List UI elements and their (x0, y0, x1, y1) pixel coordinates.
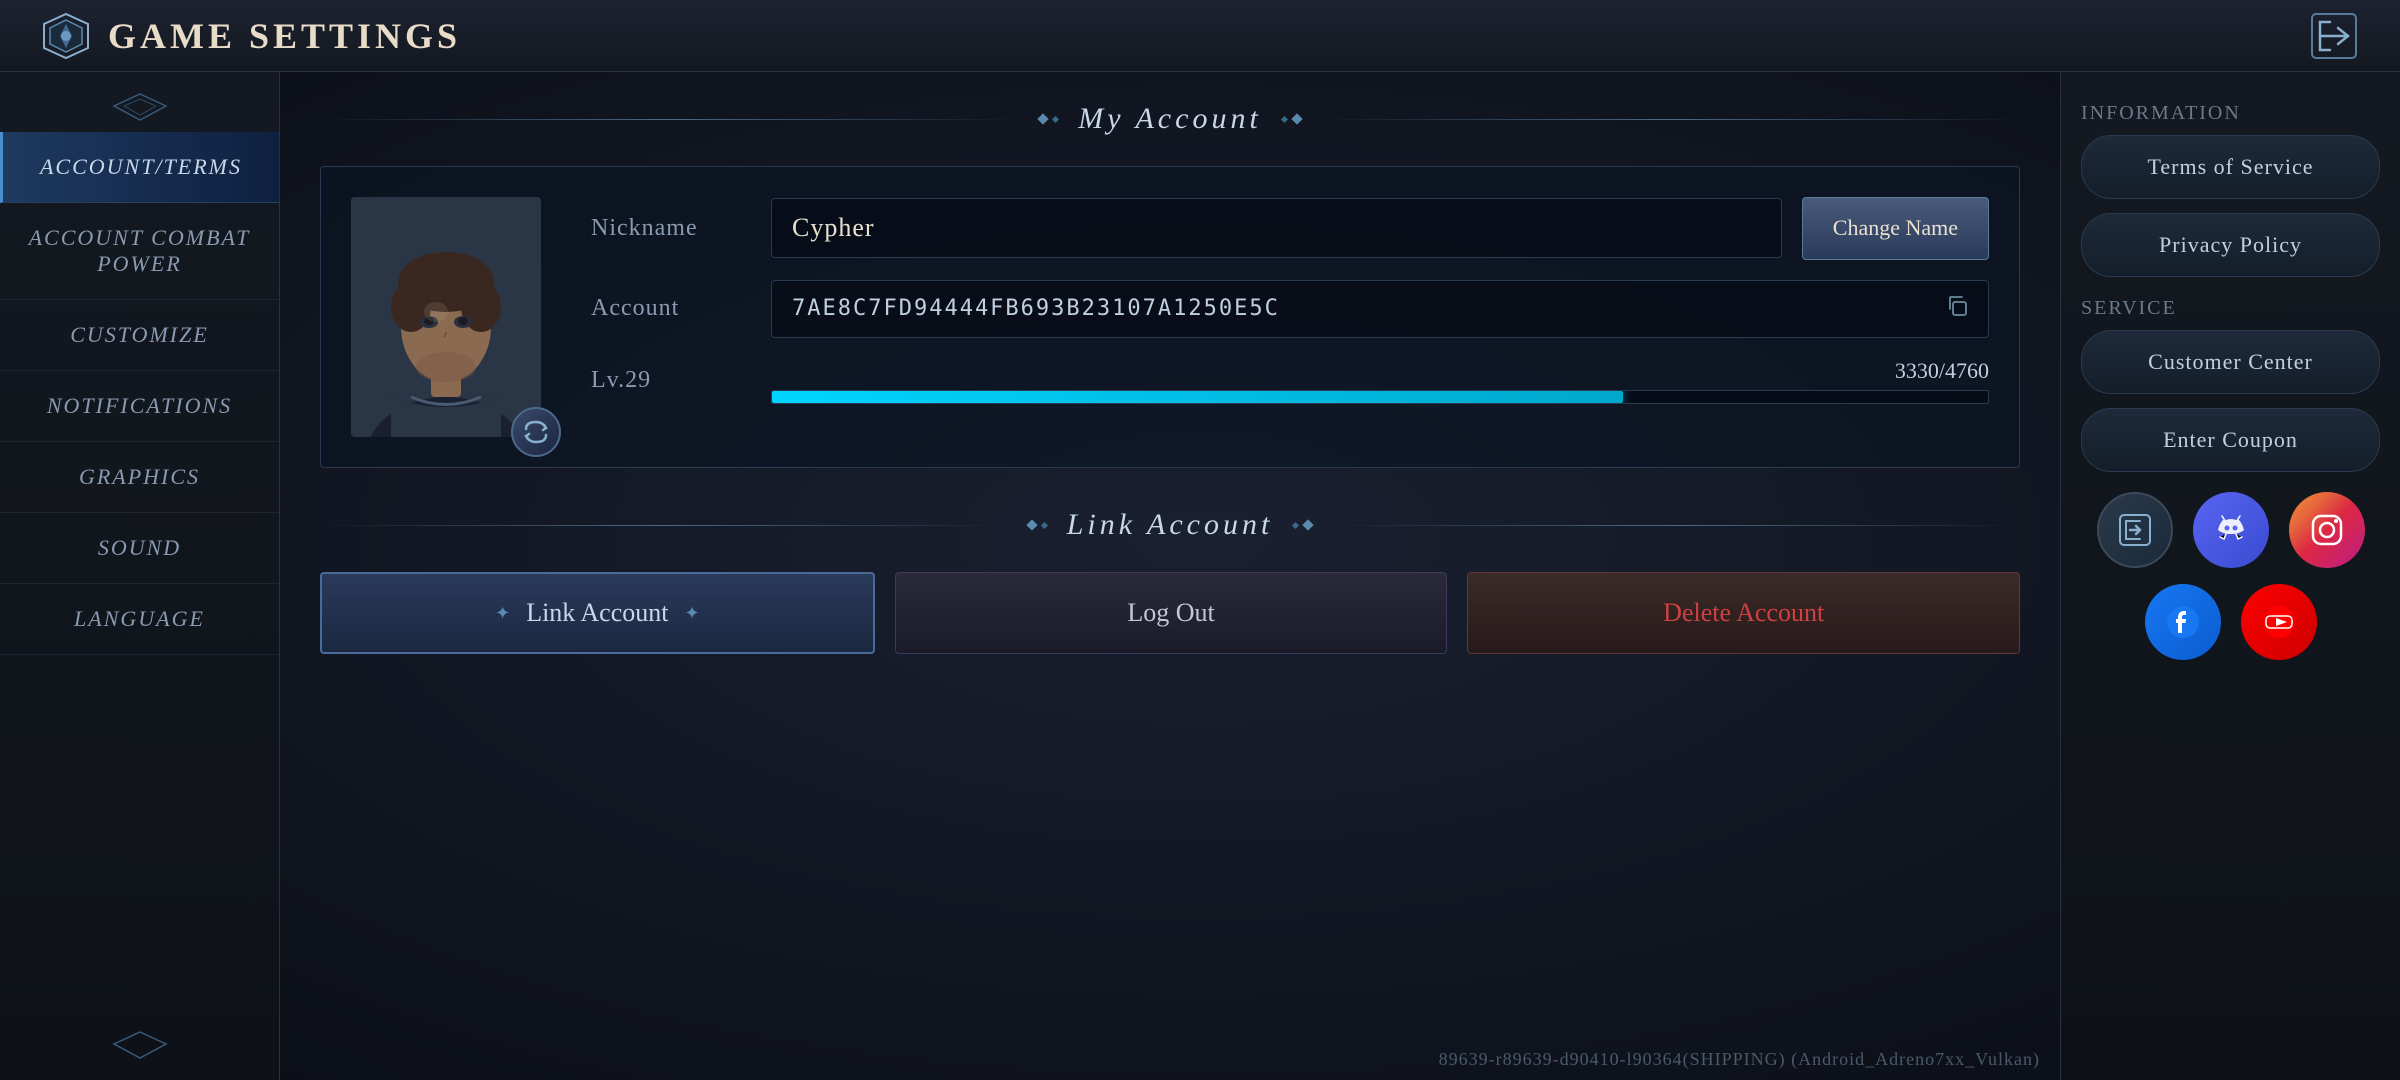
social-row-top (2081, 492, 2380, 568)
title-line-left (320, 119, 1019, 120)
nickname-row: Nickname Cypher Change Name (591, 197, 1989, 260)
sidebar-ornament-top (110, 92, 170, 122)
sidebar-item-language[interactable]: Language (0, 584, 279, 655)
terms-of-service-button[interactable]: Terms of Service (2081, 135, 2380, 199)
my-account-section-title: My Account (320, 102, 2020, 136)
sidebar-ornament-bottom (110, 1030, 170, 1060)
discord-button[interactable] (2193, 492, 2269, 568)
customer-center-button[interactable]: Customer Center (2081, 330, 2380, 394)
service-label: Service (2081, 297, 2380, 320)
enter-coupon-button[interactable]: Enter Coupon (2081, 408, 2380, 472)
information-label: Information (2081, 102, 2380, 125)
social-section (2081, 492, 2380, 660)
level-bar-fill (772, 391, 1623, 403)
level-label: Lv.29 (591, 367, 751, 394)
header: Game Settings (0, 0, 2400, 72)
avatar-face-svg (351, 197, 541, 437)
link-account-title: Link Account (1067, 508, 1274, 542)
change-name-button[interactable]: Change Name (1802, 197, 1989, 260)
level-row: Lv.29 3330/4760 (591, 358, 1989, 404)
link-account-section-title: Link Account (320, 508, 2020, 542)
title-line-right (1321, 119, 2020, 120)
game-logo-icon (40, 10, 92, 62)
link-title-line-right (1332, 525, 2020, 526)
link-ornament-left (1028, 521, 1047, 529)
service-section: Service Customer Center Enter Coupon (2081, 297, 2380, 472)
information-section: Information Terms of Service Privacy Pol… (2081, 102, 2380, 277)
account-id-value: 7AE8C7FD94444FB693B23107A1250E5C (792, 296, 1280, 321)
header-left: Game Settings (40, 10, 461, 62)
level-bar-container: 3330/4760 (771, 358, 1989, 404)
exit-icon (2310, 12, 2358, 60)
sidebar-item-combat-power[interactable]: Account Combat Power (0, 203, 279, 300)
avatar-switch-button[interactable] (511, 407, 561, 457)
right-panel: Information Terms of Service Privacy Pol… (2060, 72, 2400, 1080)
delete-account-button[interactable]: Delete Account (1467, 572, 2020, 654)
exit-button[interactable] (2308, 10, 2360, 62)
social-row-bottom (2081, 584, 2380, 660)
sidebar-item-notifications[interactable]: Notifications (0, 371, 279, 442)
link-account-section: Link Account Link Account Log Out Delete… (320, 508, 2020, 654)
account-row: Account 7AE8C7FD94444FB693B23107A1250E5C (591, 280, 1989, 338)
link-title-line-left (320, 525, 1008, 526)
nickname-value-container: Cypher (771, 198, 1782, 258)
title-ornament-left (1039, 115, 1058, 123)
sidebar: Account/Terms Account Combat Power Custo… (0, 72, 280, 1080)
sidebar-item-sound[interactable]: Sound (0, 513, 279, 584)
account-label: Account (591, 295, 751, 322)
account-info-area: Nickname Cypher Change Name Account 7AE8… (320, 166, 2020, 468)
main-content: My Account (280, 72, 2060, 1080)
instagram-button[interactable] (2289, 492, 2365, 568)
share-button[interactable] (2097, 492, 2173, 568)
sidebar-item-account-terms[interactable]: Account/Terms (0, 132, 279, 203)
link-ornament-right (1293, 521, 1312, 529)
my-account-title: My Account (1078, 102, 1262, 136)
nickname-value: Cypher (792, 213, 875, 243)
avatar-container (351, 197, 551, 437)
link-account-button[interactable]: Link Account (320, 572, 875, 654)
logout-button[interactable]: Log Out (895, 572, 1448, 654)
level-xp-text: 3330/4760 (771, 358, 1989, 384)
action-buttons: Link Account Log Out Delete Account (320, 572, 2020, 654)
level-bar-background (771, 390, 1989, 404)
avatar (351, 197, 541, 437)
footer-build-info: 89639-r89639-d90410-l90364(SHIPPING) (An… (1439, 1049, 2040, 1070)
sidebar-item-customize[interactable]: Customize (0, 300, 279, 371)
privacy-policy-button[interactable]: Privacy Policy (2081, 213, 2380, 277)
youtube-button[interactable] (2241, 584, 2317, 660)
facebook-button[interactable] (2145, 584, 2221, 660)
copy-icon[interactable] (1946, 295, 1968, 323)
account-id-container: 7AE8C7FD94444FB693B23107A1250E5C (771, 280, 1989, 338)
title-ornament-right (1282, 115, 1301, 123)
header-title: Game Settings (108, 15, 461, 57)
sidebar-item-graphics[interactable]: Graphics (0, 442, 279, 513)
account-fields: Nickname Cypher Change Name Account 7AE8… (591, 197, 1989, 404)
nickname-label: Nickname (591, 215, 751, 242)
